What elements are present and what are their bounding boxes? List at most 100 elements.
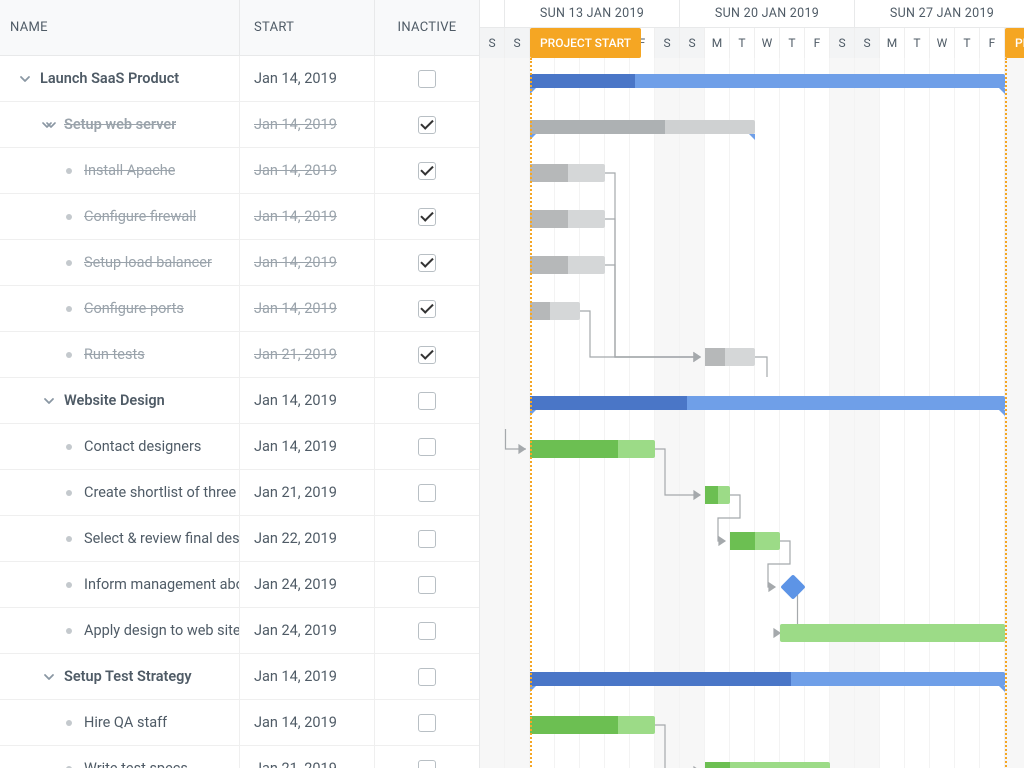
bullet-icon: [66, 444, 72, 450]
progress-fill: [705, 762, 730, 768]
inactive-checkbox[interactable]: [418, 668, 436, 686]
chevron-down-icon[interactable]: [42, 670, 56, 684]
day-cell: F: [980, 28, 1005, 58]
bar-row: [480, 150, 1024, 196]
task-start: Jan 14, 2019: [254, 392, 337, 409]
bullet-icon: [66, 582, 72, 588]
project-end-flag: PRO: [1005, 28, 1024, 58]
task-bar[interactable]: [705, 762, 830, 768]
inactive-checkbox[interactable]: [418, 70, 436, 88]
progress-fill: [705, 348, 725, 366]
inactive-checkbox[interactable]: [418, 484, 436, 502]
timeline-group: SUN 27 JAN 2019: [855, 0, 1024, 27]
task-bar[interactable]: [705, 348, 755, 366]
timeline-header-groups: SUN 13 JAN 2019SUN 20 JAN 2019SUN 27 JAN…: [480, 0, 1024, 28]
task-row[interactable]: Write test specsJan 21, 2019: [0, 746, 479, 768]
task-bar[interactable]: [530, 440, 655, 458]
task-name: Inform management about decision: [84, 576, 239, 593]
task-bar[interactable]: [530, 716, 655, 734]
inactive-checkbox[interactable]: [418, 346, 436, 364]
task-row[interactable]: Setup load balancerJan 14, 2019: [0, 240, 479, 286]
task-name: Run tests: [84, 346, 145, 363]
task-row[interactable]: Apply design to web siteJan 24, 2019: [0, 608, 479, 654]
inactive-checkbox[interactable]: [418, 254, 436, 272]
progress-fill: [705, 486, 718, 504]
col-header-name[interactable]: NAME: [0, 0, 240, 55]
chevron-down-icon[interactable]: [42, 394, 56, 408]
task-start: Jan 14, 2019: [254, 300, 337, 317]
task-row[interactable]: Inform management about decisionJan 24, …: [0, 562, 479, 608]
day-cell: T: [780, 28, 805, 58]
inactive-checkbox[interactable]: [418, 714, 436, 732]
timeline-group: SUN 13 JAN 2019: [505, 0, 680, 27]
grid-rows: Launch SaaS ProductJan 14, 2019 Setup we…: [0, 56, 479, 768]
progress-fill: [530, 672, 791, 686]
summary-bar[interactable]: [530, 672, 1005, 686]
inactive-checkbox[interactable]: [418, 300, 436, 318]
inactive-checkbox[interactable]: [418, 530, 436, 548]
progress-fill: [530, 256, 568, 274]
task-bar[interactable]: [530, 164, 605, 182]
bullet-icon: [66, 628, 72, 634]
task-row[interactable]: Launch SaaS ProductJan 14, 2019: [0, 56, 479, 102]
chevron-double-down-icon[interactable]: [42, 118, 56, 132]
task-grid: NAME START INACTIVE Launch SaaS ProductJ…: [0, 0, 480, 768]
day-cell: F: [805, 28, 830, 58]
inactive-checkbox[interactable]: [418, 576, 436, 594]
inactive-checkbox[interactable]: [418, 760, 436, 768]
task-bar[interactable]: [530, 302, 580, 320]
task-bar[interactable]: [705, 486, 730, 504]
task-row[interactable]: Run testsJan 21, 2019: [0, 332, 479, 378]
task-start: Jan 21, 2019: [254, 484, 337, 501]
day-cell: T: [955, 28, 980, 58]
day-cell: S: [855, 28, 880, 58]
inactive-checkbox[interactable]: [418, 438, 436, 456]
gantt-app: NAME START INACTIVE Launch SaaS ProductJ…: [0, 0, 1024, 768]
inactive-checkbox[interactable]: [418, 622, 436, 640]
inactive-checkbox[interactable]: [418, 392, 436, 410]
summary-bar[interactable]: [530, 396, 1005, 410]
task-bar[interactable]: [730, 532, 780, 550]
task-start: Jan 14, 2019: [254, 208, 337, 225]
summary-bar[interactable]: [530, 74, 1005, 88]
progress-fill: [530, 440, 618, 458]
task-start: Jan 14, 2019: [254, 438, 337, 455]
col-header-start[interactable]: START: [240, 0, 375, 55]
task-row[interactable]: Setup Test StrategyJan 14, 2019: [0, 654, 479, 700]
task-start: Jan 14, 2019: [254, 70, 337, 87]
bar-row: [480, 702, 1024, 748]
progress-fill: [530, 716, 618, 734]
task-row[interactable]: Hire QA staffJan 14, 2019: [0, 700, 479, 746]
bullet-icon: [66, 306, 72, 312]
progress-fill: [530, 74, 635, 88]
day-cell: S: [680, 28, 705, 58]
inactive-checkbox[interactable]: [418, 208, 436, 226]
col-header-inactive[interactable]: INACTIVE: [375, 0, 479, 55]
project-end-line: [1005, 58, 1007, 768]
timeline[interactable]: SUN 13 JAN 2019SUN 20 JAN 2019SUN 27 JAN…: [480, 0, 1024, 768]
task-bar[interactable]: [780, 624, 1005, 642]
task-row[interactable]: Website DesignJan 14, 2019: [0, 378, 479, 424]
summary-bar[interactable]: [530, 120, 755, 134]
task-row[interactable]: Configure firewallJan 14, 2019: [0, 194, 479, 240]
bullet-icon: [66, 720, 72, 726]
milestone[interactable]: [780, 574, 805, 599]
task-row[interactable]: Configure portsJan 14, 2019: [0, 286, 479, 332]
project-start-flag: PROJECT START: [530, 28, 641, 58]
task-bar[interactable]: [530, 256, 605, 274]
task-start: Jan 22, 2019: [254, 530, 337, 547]
day-cell: W: [755, 28, 780, 58]
chevron-down-icon[interactable]: [18, 72, 32, 86]
task-row[interactable]: Install ApacheJan 14, 2019: [0, 148, 479, 194]
inactive-checkbox[interactable]: [418, 162, 436, 180]
timeline-group: SUN 20 JAN 2019: [680, 0, 855, 27]
task-row[interactable]: Create shortlist of three designersJan 2…: [0, 470, 479, 516]
task-row[interactable]: Contact designersJan 14, 2019: [0, 424, 479, 470]
bar-row: [480, 288, 1024, 334]
task-bar[interactable]: [530, 210, 605, 228]
task-row[interactable]: Select & review final designJan 22, 2019: [0, 516, 479, 562]
timeline-body[interactable]: [480, 58, 1024, 768]
task-name: Write test specs: [84, 760, 188, 768]
task-row[interactable]: Setup web serverJan 14, 2019: [0, 102, 479, 148]
inactive-checkbox[interactable]: [418, 116, 436, 134]
